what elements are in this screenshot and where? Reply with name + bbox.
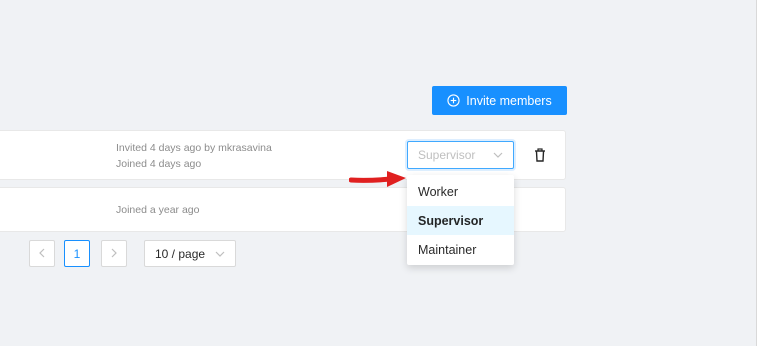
invited-info: Invited 4 days ago by mkrasavina [116, 142, 272, 154]
trash-icon [533, 148, 547, 166]
role-dropdown-menu: Worker Supervisor Maintainer [407, 175, 514, 265]
pagination-page-current[interactable]: 1 [64, 240, 90, 267]
role-select[interactable]: Supervisor [407, 141, 514, 169]
chevron-down-icon [215, 251, 225, 257]
role-option-supervisor[interactable]: Supervisor [407, 206, 514, 235]
role-option-worker[interactable]: Worker [407, 177, 514, 206]
delete-member-button[interactable] [533, 148, 547, 162]
joined-info: Joined 4 days ago [116, 158, 202, 170]
plus-circle-icon [447, 94, 460, 107]
page-size-value: 10 / page [155, 246, 206, 261]
chevron-down-icon [493, 152, 503, 158]
pagination-page-number: 1 [73, 246, 81, 261]
joined-info: Joined a year ago [116, 204, 200, 216]
annotation-arrow-icon [348, 170, 409, 193]
page-size-select[interactable]: 10 / page [144, 240, 236, 267]
invite-members-button[interactable]: Invite members [432, 86, 567, 115]
role-option-maintainer[interactable]: Maintainer [407, 235, 514, 264]
role-select-placeholder: Supervisor [418, 148, 476, 162]
chevron-left-icon [39, 247, 45, 261]
chevron-right-icon [111, 247, 117, 261]
invite-members-label: Invite members [466, 93, 552, 108]
pagination-next-button[interactable] [101, 240, 127, 267]
pagination-prev-button[interactable] [29, 240, 55, 267]
